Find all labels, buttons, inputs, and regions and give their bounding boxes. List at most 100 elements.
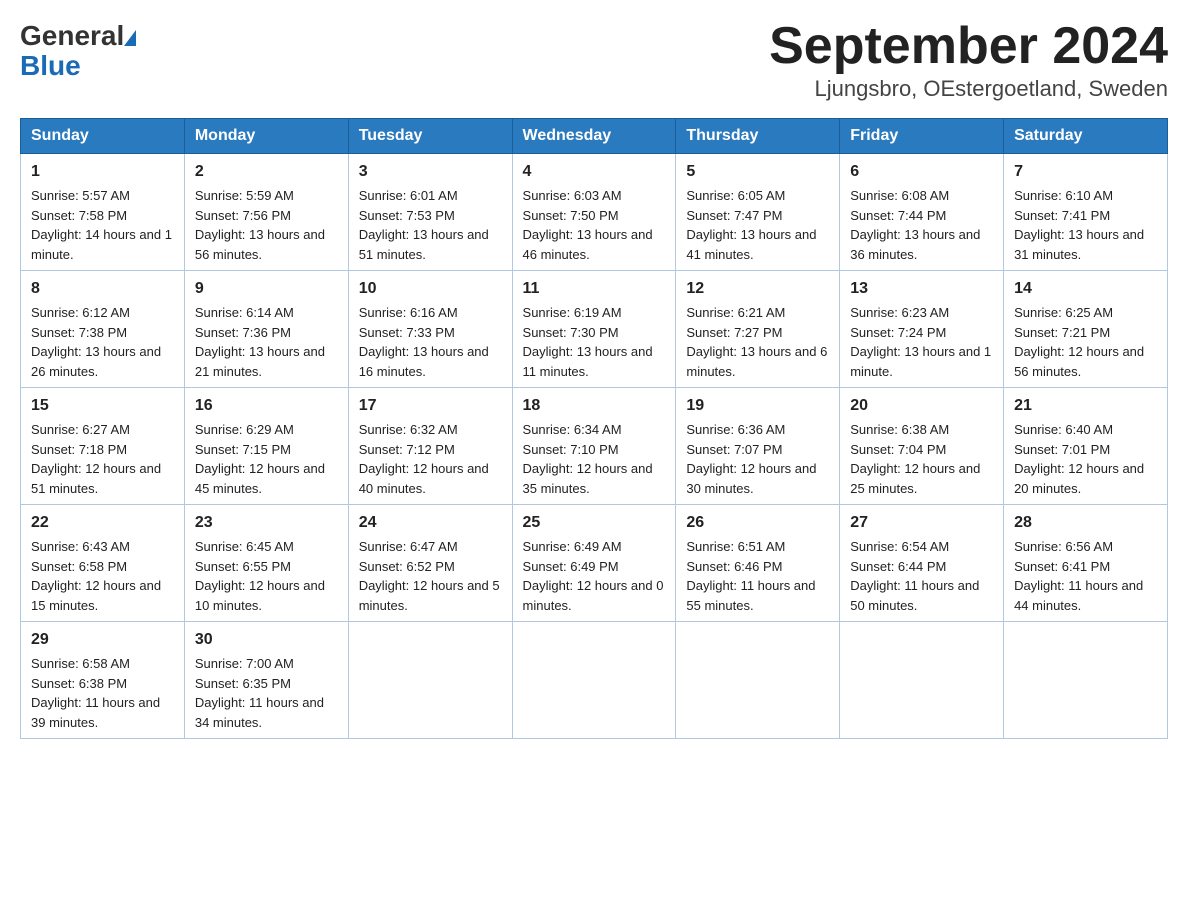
day-number: 14 [1014, 277, 1157, 301]
calendar-cell: 2 Sunrise: 5:59 AM Sunset: 7:56 PM Dayli… [184, 154, 348, 271]
day-sunrise: Sunrise: 6:01 AM [359, 188, 458, 203]
day-number: 29 [31, 628, 174, 652]
title-block: September 2024 Ljungsbro, OEstergoetland… [769, 20, 1168, 102]
day-sunrise: Sunrise: 6:08 AM [850, 188, 949, 203]
calendar-cell: 29 Sunrise: 6:58 AM Sunset: 6:38 PM Dayl… [21, 622, 185, 739]
day-sunset: Sunset: 7:21 PM [1014, 325, 1110, 340]
day-number: 19 [686, 394, 829, 418]
day-daylight: Daylight: 13 hours and 1 minute. [850, 344, 991, 379]
day-sunrise: Sunrise: 6:34 AM [523, 422, 622, 437]
day-sunset: Sunset: 7:33 PM [359, 325, 455, 340]
calendar-week-row: 29 Sunrise: 6:58 AM Sunset: 6:38 PM Dayl… [21, 622, 1168, 739]
day-daylight: Daylight: 11 hours and 55 minutes. [686, 578, 815, 613]
day-number: 17 [359, 394, 502, 418]
day-sunrise: Sunrise: 6:29 AM [195, 422, 294, 437]
day-sunrise: Sunrise: 6:36 AM [686, 422, 785, 437]
calendar-cell: 12 Sunrise: 6:21 AM Sunset: 7:27 PM Dayl… [676, 271, 840, 388]
day-sunrise: Sunrise: 7:00 AM [195, 656, 294, 671]
day-number: 3 [359, 160, 502, 184]
calendar-cell: 24 Sunrise: 6:47 AM Sunset: 6:52 PM Dayl… [348, 505, 512, 622]
calendar-cell: 23 Sunrise: 6:45 AM Sunset: 6:55 PM Dayl… [184, 505, 348, 622]
day-sunrise: Sunrise: 6:56 AM [1014, 539, 1113, 554]
calendar-header-thursday: Thursday [676, 119, 840, 154]
day-daylight: Daylight: 12 hours and 5 minutes. [359, 578, 500, 613]
day-sunset: Sunset: 6:38 PM [31, 676, 127, 691]
logo-arrow-icon [124, 30, 136, 46]
day-daylight: Daylight: 13 hours and 31 minutes. [1014, 227, 1144, 262]
calendar-cell: 13 Sunrise: 6:23 AM Sunset: 7:24 PM Dayl… [840, 271, 1004, 388]
day-sunrise: Sunrise: 6:12 AM [31, 305, 130, 320]
day-sunset: Sunset: 7:36 PM [195, 325, 291, 340]
day-sunset: Sunset: 7:07 PM [686, 442, 782, 457]
day-sunset: Sunset: 7:38 PM [31, 325, 127, 340]
calendar-cell: 18 Sunrise: 6:34 AM Sunset: 7:10 PM Dayl… [512, 388, 676, 505]
logo-general-text: General [20, 20, 124, 52]
page-header: General Blue September 2024 Ljungsbro, O… [20, 20, 1168, 102]
day-sunrise: Sunrise: 6:40 AM [1014, 422, 1113, 437]
day-number: 11 [523, 277, 666, 301]
day-daylight: Daylight: 12 hours and 51 minutes. [31, 461, 161, 496]
day-sunset: Sunset: 7:50 PM [523, 208, 619, 223]
day-number: 6 [850, 160, 993, 184]
day-sunset: Sunset: 7:53 PM [359, 208, 455, 223]
day-sunrise: Sunrise: 6:49 AM [523, 539, 622, 554]
day-sunset: Sunset: 7:30 PM [523, 325, 619, 340]
day-number: 28 [1014, 511, 1157, 535]
day-sunset: Sunset: 6:46 PM [686, 559, 782, 574]
day-number: 27 [850, 511, 993, 535]
day-sunrise: Sunrise: 6:21 AM [686, 305, 785, 320]
day-number: 18 [523, 394, 666, 418]
day-number: 23 [195, 511, 338, 535]
calendar-cell: 25 Sunrise: 6:49 AM Sunset: 6:49 PM Dayl… [512, 505, 676, 622]
day-sunrise: Sunrise: 6:19 AM [523, 305, 622, 320]
day-sunrise: Sunrise: 6:32 AM [359, 422, 458, 437]
day-daylight: Daylight: 13 hours and 26 minutes. [31, 344, 161, 379]
day-sunrise: Sunrise: 5:57 AM [31, 188, 130, 203]
calendar-header-saturday: Saturday [1004, 119, 1168, 154]
calendar-cell [348, 622, 512, 739]
calendar-cell: 3 Sunrise: 6:01 AM Sunset: 7:53 PM Dayli… [348, 154, 512, 271]
day-number: 24 [359, 511, 502, 535]
day-daylight: Daylight: 11 hours and 39 minutes. [31, 695, 160, 730]
calendar-cell: 10 Sunrise: 6:16 AM Sunset: 7:33 PM Dayl… [348, 271, 512, 388]
day-daylight: Daylight: 12 hours and 25 minutes. [850, 461, 980, 496]
day-sunset: Sunset: 6:44 PM [850, 559, 946, 574]
day-sunset: Sunset: 7:41 PM [1014, 208, 1110, 223]
calendar-cell: 28 Sunrise: 6:56 AM Sunset: 6:41 PM Dayl… [1004, 505, 1168, 622]
calendar-week-row: 1 Sunrise: 5:57 AM Sunset: 7:58 PM Dayli… [21, 154, 1168, 271]
day-number: 13 [850, 277, 993, 301]
calendar-cell: 22 Sunrise: 6:43 AM Sunset: 6:58 PM Dayl… [21, 505, 185, 622]
day-sunset: Sunset: 7:44 PM [850, 208, 946, 223]
calendar-cell: 7 Sunrise: 6:10 AM Sunset: 7:41 PM Dayli… [1004, 154, 1168, 271]
calendar-cell: 30 Sunrise: 7:00 AM Sunset: 6:35 PM Dayl… [184, 622, 348, 739]
day-number: 30 [195, 628, 338, 652]
calendar-header-sunday: Sunday [21, 119, 185, 154]
day-sunset: Sunset: 6:52 PM [359, 559, 455, 574]
day-sunset: Sunset: 7:04 PM [850, 442, 946, 457]
calendar-cell: 19 Sunrise: 6:36 AM Sunset: 7:07 PM Dayl… [676, 388, 840, 505]
day-daylight: Daylight: 12 hours and 40 minutes. [359, 461, 489, 496]
day-sunrise: Sunrise: 5:59 AM [195, 188, 294, 203]
day-number: 7 [1014, 160, 1157, 184]
day-sunset: Sunset: 7:01 PM [1014, 442, 1110, 457]
day-number: 9 [195, 277, 338, 301]
day-daylight: Daylight: 12 hours and 56 minutes. [1014, 344, 1144, 379]
logo-blue-text: Blue [20, 50, 81, 82]
day-number: 10 [359, 277, 502, 301]
calendar-cell: 20 Sunrise: 6:38 AM Sunset: 7:04 PM Dayl… [840, 388, 1004, 505]
calendar-cell: 14 Sunrise: 6:25 AM Sunset: 7:21 PM Dayl… [1004, 271, 1168, 388]
calendar-cell [1004, 622, 1168, 739]
day-daylight: Daylight: 11 hours and 50 minutes. [850, 578, 979, 613]
calendar-cell [676, 622, 840, 739]
day-sunrise: Sunrise: 6:45 AM [195, 539, 294, 554]
day-sunrise: Sunrise: 6:10 AM [1014, 188, 1113, 203]
day-sunset: Sunset: 7:27 PM [686, 325, 782, 340]
day-sunrise: Sunrise: 6:03 AM [523, 188, 622, 203]
day-sunrise: Sunrise: 6:58 AM [31, 656, 130, 671]
calendar-header-tuesday: Tuesday [348, 119, 512, 154]
logo: General Blue [20, 20, 136, 82]
calendar-cell: 11 Sunrise: 6:19 AM Sunset: 7:30 PM Dayl… [512, 271, 676, 388]
calendar-cell: 4 Sunrise: 6:03 AM Sunset: 7:50 PM Dayli… [512, 154, 676, 271]
day-number: 5 [686, 160, 829, 184]
day-sunset: Sunset: 7:58 PM [31, 208, 127, 223]
